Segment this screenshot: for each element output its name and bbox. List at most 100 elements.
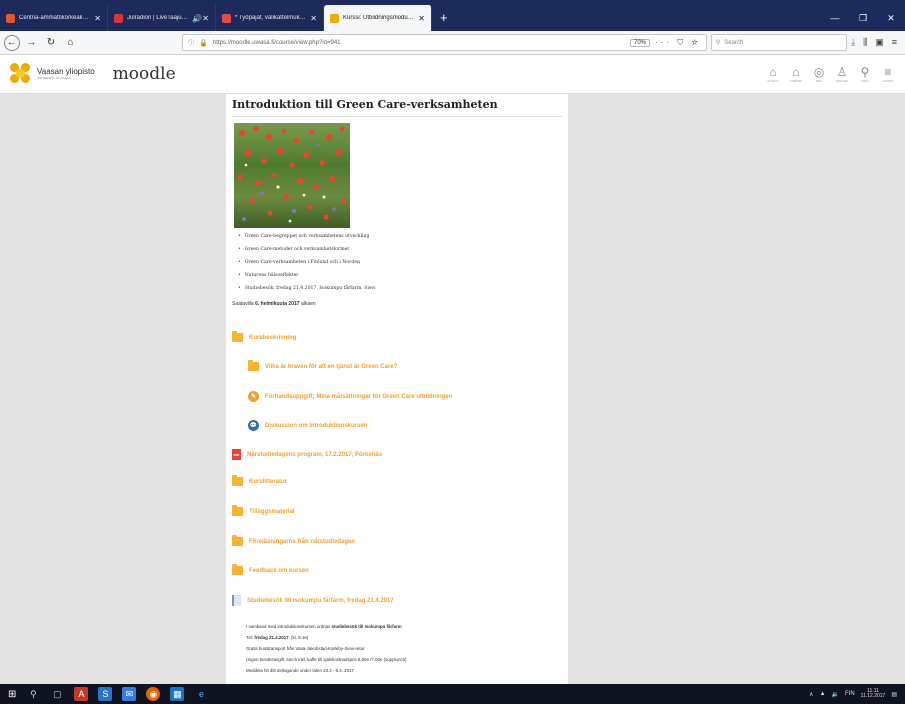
network-icon[interactable]: ▲ bbox=[820, 691, 826, 697]
search-icon: ⚲ bbox=[715, 40, 721, 46]
system-tray: ∧ ▲ 🔉 FIN 11.11 11.12.2017 ▤ bbox=[809, 688, 897, 700]
activity-link[interactable]: Tilläggsmaterial bbox=[249, 509, 295, 515]
app-icon[interactable]: ✉ bbox=[122, 687, 137, 701]
nav-dashboard[interactable]: ⌂ KURSSINI bbox=[789, 65, 803, 83]
minimize-icon[interactable]: — bbox=[821, 13, 849, 23]
tab-favicon-icon bbox=[114, 13, 123, 23]
search-icon: ⚲ bbox=[860, 65, 870, 79]
nav-label: HAKU bbox=[861, 80, 869, 83]
list-item: Green Care-metoder och verksamhetsformer bbox=[238, 247, 562, 252]
activity-green-care-requirements[interactable]: Vilka är kraven för att en tjänst är Gre… bbox=[248, 360, 397, 371]
folder-icon bbox=[232, 505, 243, 516]
university-logo-icon[interactable] bbox=[10, 63, 32, 85]
language-indicator[interactable]: FIN bbox=[845, 691, 855, 697]
activity-tillaggsmaterial[interactable]: Tilläggsmaterial bbox=[232, 505, 295, 516]
university-name[interactable]: Vaasan yliopisto UNIVERSITY OF VAASA bbox=[37, 68, 95, 80]
sidebar-icon[interactable]: ▣ bbox=[875, 37, 884, 48]
availability-note: Saatavilla 6. helmikuuta 2017 alkaen bbox=[232, 301, 316, 307]
info-icon[interactable]: ⓘ bbox=[188, 38, 194, 47]
forum-icon: 💬 bbox=[248, 420, 259, 431]
tab-audio-icon[interactable]: 🔊✕ bbox=[192, 14, 209, 23]
course-content: Introduktion till Green Care-verksamhete… bbox=[226, 94, 568, 684]
nav-label: VALIKKO bbox=[882, 80, 894, 83]
activity-forelasningarna[interactable]: Föreläsningarna från närstudiedagen bbox=[232, 535, 355, 546]
visit-info-line: Tid: fredag 21.4.2017, (kl. 8-16) bbox=[246, 635, 309, 640]
activity-feedback[interactable]: Feedback om kursen bbox=[232, 564, 309, 575]
activity-discussion[interactable]: 💬 Diskussion om Introduktionskursen bbox=[248, 420, 367, 431]
close-window-icon[interactable]: ✕ bbox=[877, 13, 905, 24]
window-controls: — ❐ ✕ bbox=[821, 5, 905, 31]
availability-date: 6. helmikuuta 2017 bbox=[255, 301, 300, 307]
reload-icon[interactable]: ↻ bbox=[43, 35, 59, 51]
activity-program-pdf[interactable]: PDF Närstudiedagens program, 17.2.2017, … bbox=[232, 449, 382, 460]
nav-login[interactable]: ♙ KIRJAUDU bbox=[835, 65, 849, 83]
nav-home[interactable]: ⌂ ETUSIVU bbox=[766, 65, 780, 83]
url-bar[interactable]: ⓘ 🔒 https://moodle.uwasa.fi/course/view.… bbox=[182, 34, 707, 51]
activity-pre-assignment[interactable]: ✎ Förhandsuppgift; Mina målsättningar fö… bbox=[248, 391, 452, 402]
tray-chevron-icon[interactable]: ∧ bbox=[809, 691, 813, 698]
browser-navbar: ← → ↻ ⌂ ⓘ 🔒 https://moodle.uwasa.fi/cour… bbox=[0, 31, 905, 55]
lock-icon: 🔒 bbox=[199, 39, 208, 47]
overflow-menu-icon[interactable]: ≡ bbox=[892, 37, 897, 48]
assignment-icon: ✎ bbox=[248, 391, 259, 402]
activity-link[interactable]: Diskussion om Introduktionskursen bbox=[265, 423, 367, 429]
activity-link[interactable]: Närstudiedagens program, 17.2.2017, Pörk… bbox=[247, 452, 382, 458]
tab-close-icon[interactable]: ✕ bbox=[94, 14, 101, 23]
nav-search[interactable]: ⚲ HAKU bbox=[858, 65, 872, 83]
nav-label: MIELI bbox=[815, 80, 823, 83]
activity-link[interactable]: Förhandsuppgift; Mina målsättningar för … bbox=[265, 394, 452, 400]
moodle-header: Vaasan yliopisto UNIVERSITY OF VAASA moo… bbox=[0, 55, 905, 94]
book-icon bbox=[232, 595, 241, 606]
search-input[interactable]: ⚲ Search bbox=[710, 34, 848, 51]
windows-start-icon[interactable]: ⊞ bbox=[8, 689, 16, 700]
activity-link[interactable]: Studiebesök till Isokumpu fårfarm, freda… bbox=[247, 598, 394, 604]
flower-meadow-image bbox=[234, 123, 350, 228]
zoom-level[interactable]: 70% bbox=[630, 38, 651, 47]
volume-icon[interactable]: 🔉 bbox=[832, 691, 839, 698]
events-icon: ◎ bbox=[813, 65, 825, 79]
maximize-icon[interactable]: ❐ bbox=[849, 13, 877, 24]
new-tab-button[interactable]: + bbox=[432, 10, 456, 31]
home-icon: ⌂ bbox=[769, 65, 777, 79]
nav-label: KIRJAUDU bbox=[835, 80, 849, 83]
activity-kurslitteratur[interactable]: Kurslitteratur bbox=[232, 475, 287, 486]
tab-title: Kurssi: Utbildningsmodul inom bbox=[343, 15, 414, 21]
search-icon[interactable]: ⚲ bbox=[26, 687, 40, 701]
nav-events[interactable]: ◎ MIELI bbox=[812, 65, 826, 83]
url-text[interactable]: https://moodle.uwasa.fi/course/view.php?… bbox=[213, 40, 625, 46]
edge-icon[interactable]: e bbox=[194, 687, 208, 701]
university-subtitle: UNIVERSITY OF VAASA bbox=[37, 76, 71, 80]
tab-close-icon[interactable]: ✕ bbox=[310, 14, 317, 23]
clock[interactable]: 11.11 11.12.2017 bbox=[861, 688, 886, 700]
activity-link[interactable]: Kursbeskrivning bbox=[249, 335, 296, 341]
task-view-icon[interactable]: ▢ bbox=[50, 687, 64, 701]
acrobat-icon[interactable]: A bbox=[74, 687, 89, 701]
browser-tab-2[interactable]: Julradion | LiveTaajuus.fi 🔊✕ bbox=[108, 5, 216, 31]
browser-tab-3[interactable]: * Työpajat, välikattelmukset ja ✕ bbox=[216, 5, 324, 31]
activity-kursbeskrivning[interactable]: Kursbeskrivning bbox=[232, 331, 296, 342]
visit-info-line: (Ingen besöksavgift, lunch inkl. kaffe t… bbox=[246, 657, 407, 662]
browser-tab-4-active[interactable]: Kurssi: Utbildningsmodul inom ✕ bbox=[324, 5, 432, 31]
activity-link[interactable]: Vilka är kraven för att en tjänst är Gre… bbox=[265, 364, 397, 370]
notifications-icon[interactable]: ▤ bbox=[891, 691, 897, 698]
page-actions-icon[interactable]: ··· ⛉ ☆ bbox=[655, 38, 701, 48]
browser-tab-1[interactable]: Centria-ammattikorkeakoulu ✕ bbox=[0, 5, 108, 31]
activity-studiebesok[interactable]: Studiebesök till Isokumpu fårfarm, freda… bbox=[232, 595, 394, 606]
list-item: Green Care-begreppet och verksamhetens u… bbox=[238, 234, 562, 239]
tab-close-icon[interactable]: ✕ bbox=[418, 14, 425, 23]
activity-link[interactable]: Föreläsningarna från närstudiedagen bbox=[249, 539, 355, 545]
firefox-icon[interactable]: ◉ bbox=[146, 687, 161, 701]
home-icon[interactable]: ⌂ bbox=[63, 35, 79, 51]
nav-label: KURSSINI bbox=[790, 80, 802, 83]
forward-arrow-icon[interactable]: → bbox=[24, 35, 40, 51]
folder-icon bbox=[232, 535, 243, 546]
nav-menu[interactable]: ≡ VALIKKO bbox=[881, 65, 895, 83]
activity-link[interactable]: Feedback om kursen bbox=[249, 568, 309, 574]
store-icon[interactable]: ▦ bbox=[170, 687, 185, 701]
skype-icon[interactable]: S bbox=[98, 687, 113, 701]
activity-link[interactable]: Kurslitteratur bbox=[249, 479, 287, 485]
library-icon[interactable]: ⫼ bbox=[863, 37, 867, 48]
download-icon[interactable]: ⤓ bbox=[851, 37, 855, 48]
back-arrow-icon[interactable]: ← bbox=[4, 34, 20, 51]
moodle-logo[interactable]: moodle bbox=[113, 64, 176, 84]
